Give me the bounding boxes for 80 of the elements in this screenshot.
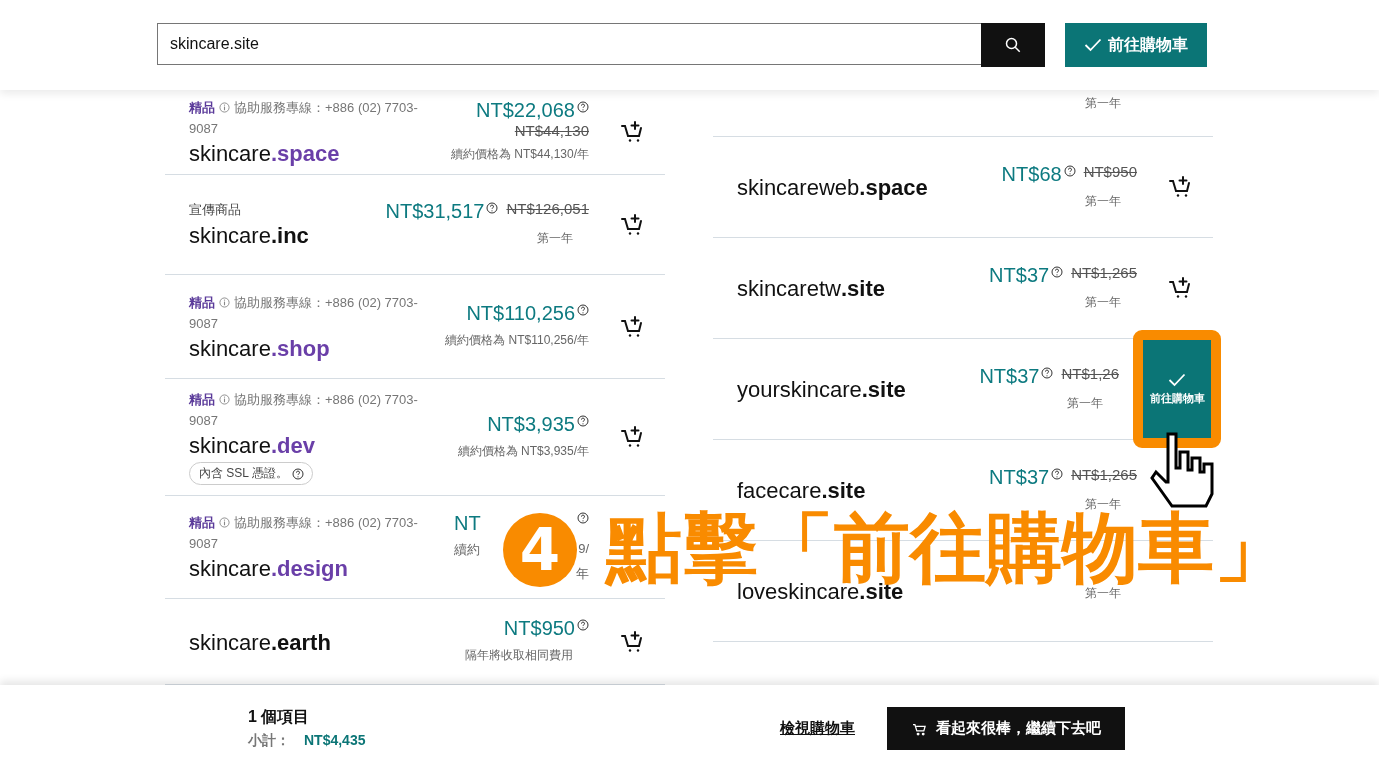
- cart-icon: [911, 721, 928, 736]
- domain-name[interactable]: skincare.dev: [189, 433, 441, 459]
- price: NT$68: [1001, 162, 1076, 186]
- check-icon: [1084, 38, 1102, 52]
- add-to-cart-icon[interactable]: [621, 314, 645, 339]
- add-to-cart-icon[interactable]: [1169, 175, 1193, 199]
- price-note: 第一年: [537, 230, 573, 247]
- check-icon: [1168, 372, 1186, 387]
- price-note: 第一年: [1085, 95, 1121, 112]
- info-icon[interactable]: [219, 517, 230, 528]
- hotline-text: 精品 協助服務專線：+886 (02) 7703-9087: [189, 293, 419, 333]
- price-note: 第一年: [1085, 293, 1121, 311]
- hotline-text: 精品 協助服務專線：+886 (02) 7703-9087: [189, 99, 419, 138]
- price-note: 第一年: [1067, 394, 1103, 412]
- original-price: NT$1,26: [1061, 364, 1119, 382]
- price: NT: [454, 511, 481, 535]
- view-cart-link[interactable]: 檢視購物車: [780, 719, 855, 738]
- domain-name[interactable]: skincare.shop: [189, 335, 441, 362]
- help-icon[interactable]: [577, 304, 589, 316]
- search-field[interactable]: skincare.site: [157, 23, 981, 65]
- price-note: 續約價格為 NT$3,935/年: [457, 442, 589, 460]
- promo-tag: 宣傳商品: [189, 200, 386, 219]
- original-price: NT$950: [1083, 162, 1137, 180]
- help-icon[interactable]: [486, 202, 499, 214]
- help-icon[interactable]: [291, 467, 304, 480]
- info-icon[interactable]: [219, 102, 230, 113]
- add-to-cart-icon[interactable]: [621, 425, 645, 449]
- domain-name[interactable]: skincare.design: [189, 556, 454, 582]
- domain-name[interactable]: facecare.site: [737, 478, 990, 504]
- domain-name[interactable]: skincare.earth: [189, 629, 465, 656]
- help-icon[interactable]: [577, 619, 589, 631]
- help-icon[interactable]: [1051, 467, 1064, 480]
- help-icon[interactable]: [1041, 366, 1054, 379]
- go-to-cart-button[interactable]: 前往購物車: [1065, 23, 1207, 67]
- info-icon[interactable]: [219, 296, 230, 308]
- hotline-text: 精品 協助服務專線：+886 (02) 7703-9087: [189, 391, 419, 430]
- price: NT$110,256: [466, 302, 589, 325]
- domain-name[interactable]: skincareweb.space: [737, 175, 1002, 201]
- add-to-cart-icon[interactable]: [621, 212, 645, 237]
- price-note: 第一年: [1085, 192, 1121, 210]
- original-price: NT$1,265: [1071, 465, 1137, 483]
- renewal-note: 續約: [454, 540, 480, 559]
- help-icon[interactable]: [577, 414, 589, 427]
- domain-name[interactable]: skincare.space: [189, 141, 441, 167]
- subtotal-label: 小計：: [248, 732, 290, 748]
- hotline-text: 精品 協助服務專線：+886 (02) 7703-9087: [189, 514, 419, 553]
- add-to-cart-icon[interactable]: [621, 120, 645, 144]
- price: NT$37: [979, 364, 1054, 388]
- help-icon[interactable]: [1063, 164, 1076, 177]
- add-to-cart-icon[interactable]: [1169, 276, 1193, 300]
- price-note: 續約價格為 NT$110,256/年: [445, 332, 589, 349]
- search-icon: [1005, 37, 1021, 53]
- original-price: NT$44,130: [514, 122, 589, 139]
- info-icon[interactable]: [219, 394, 230, 405]
- price: NT$37: [989, 263, 1064, 287]
- help-icon[interactable]: [577, 511, 589, 524]
- original-price: NT$126,051: [506, 200, 589, 217]
- go-to-cart-button[interactable]: 前往購物車: [1143, 339, 1211, 439]
- price-note: 第一年: [1085, 586, 1121, 602]
- domain-name[interactable]: skincaretw.site: [737, 276, 990, 302]
- price: NT$31,517: [385, 200, 499, 223]
- help-icon[interactable]: [1051, 265, 1064, 278]
- original-price: NT$1,265: [1071, 263, 1137, 281]
- price: NT$37: [989, 465, 1064, 489]
- domain-name[interactable]: yourskincare.site: [737, 377, 980, 403]
- add-to-cart-icon[interactable]: [621, 629, 645, 654]
- price: NT$3,935: [487, 412, 589, 436]
- renewal-note: 9/: [578, 540, 589, 558]
- cart-item-count: 1 個項目: [248, 707, 311, 727]
- renewal-note: 年: [576, 565, 589, 581]
- search-button[interactable]: [981, 23, 1045, 67]
- price-note: 續約價格為 NT$44,130/年: [450, 146, 589, 163]
- price: NT$950: [503, 617, 589, 640]
- subtotal-value: NT$4,435: [304, 732, 366, 748]
- price: NT$22,068: [476, 99, 589, 122]
- help-icon[interactable]: [577, 101, 589, 113]
- continue-button[interactable]: 看起來很棒，繼續下去吧: [887, 707, 1125, 750]
- domain-name[interactable]: skincare.inc: [189, 222, 386, 249]
- price-note: 隔年將收取相同費用: [465, 647, 573, 664]
- step-number: 4: [503, 513, 577, 587]
